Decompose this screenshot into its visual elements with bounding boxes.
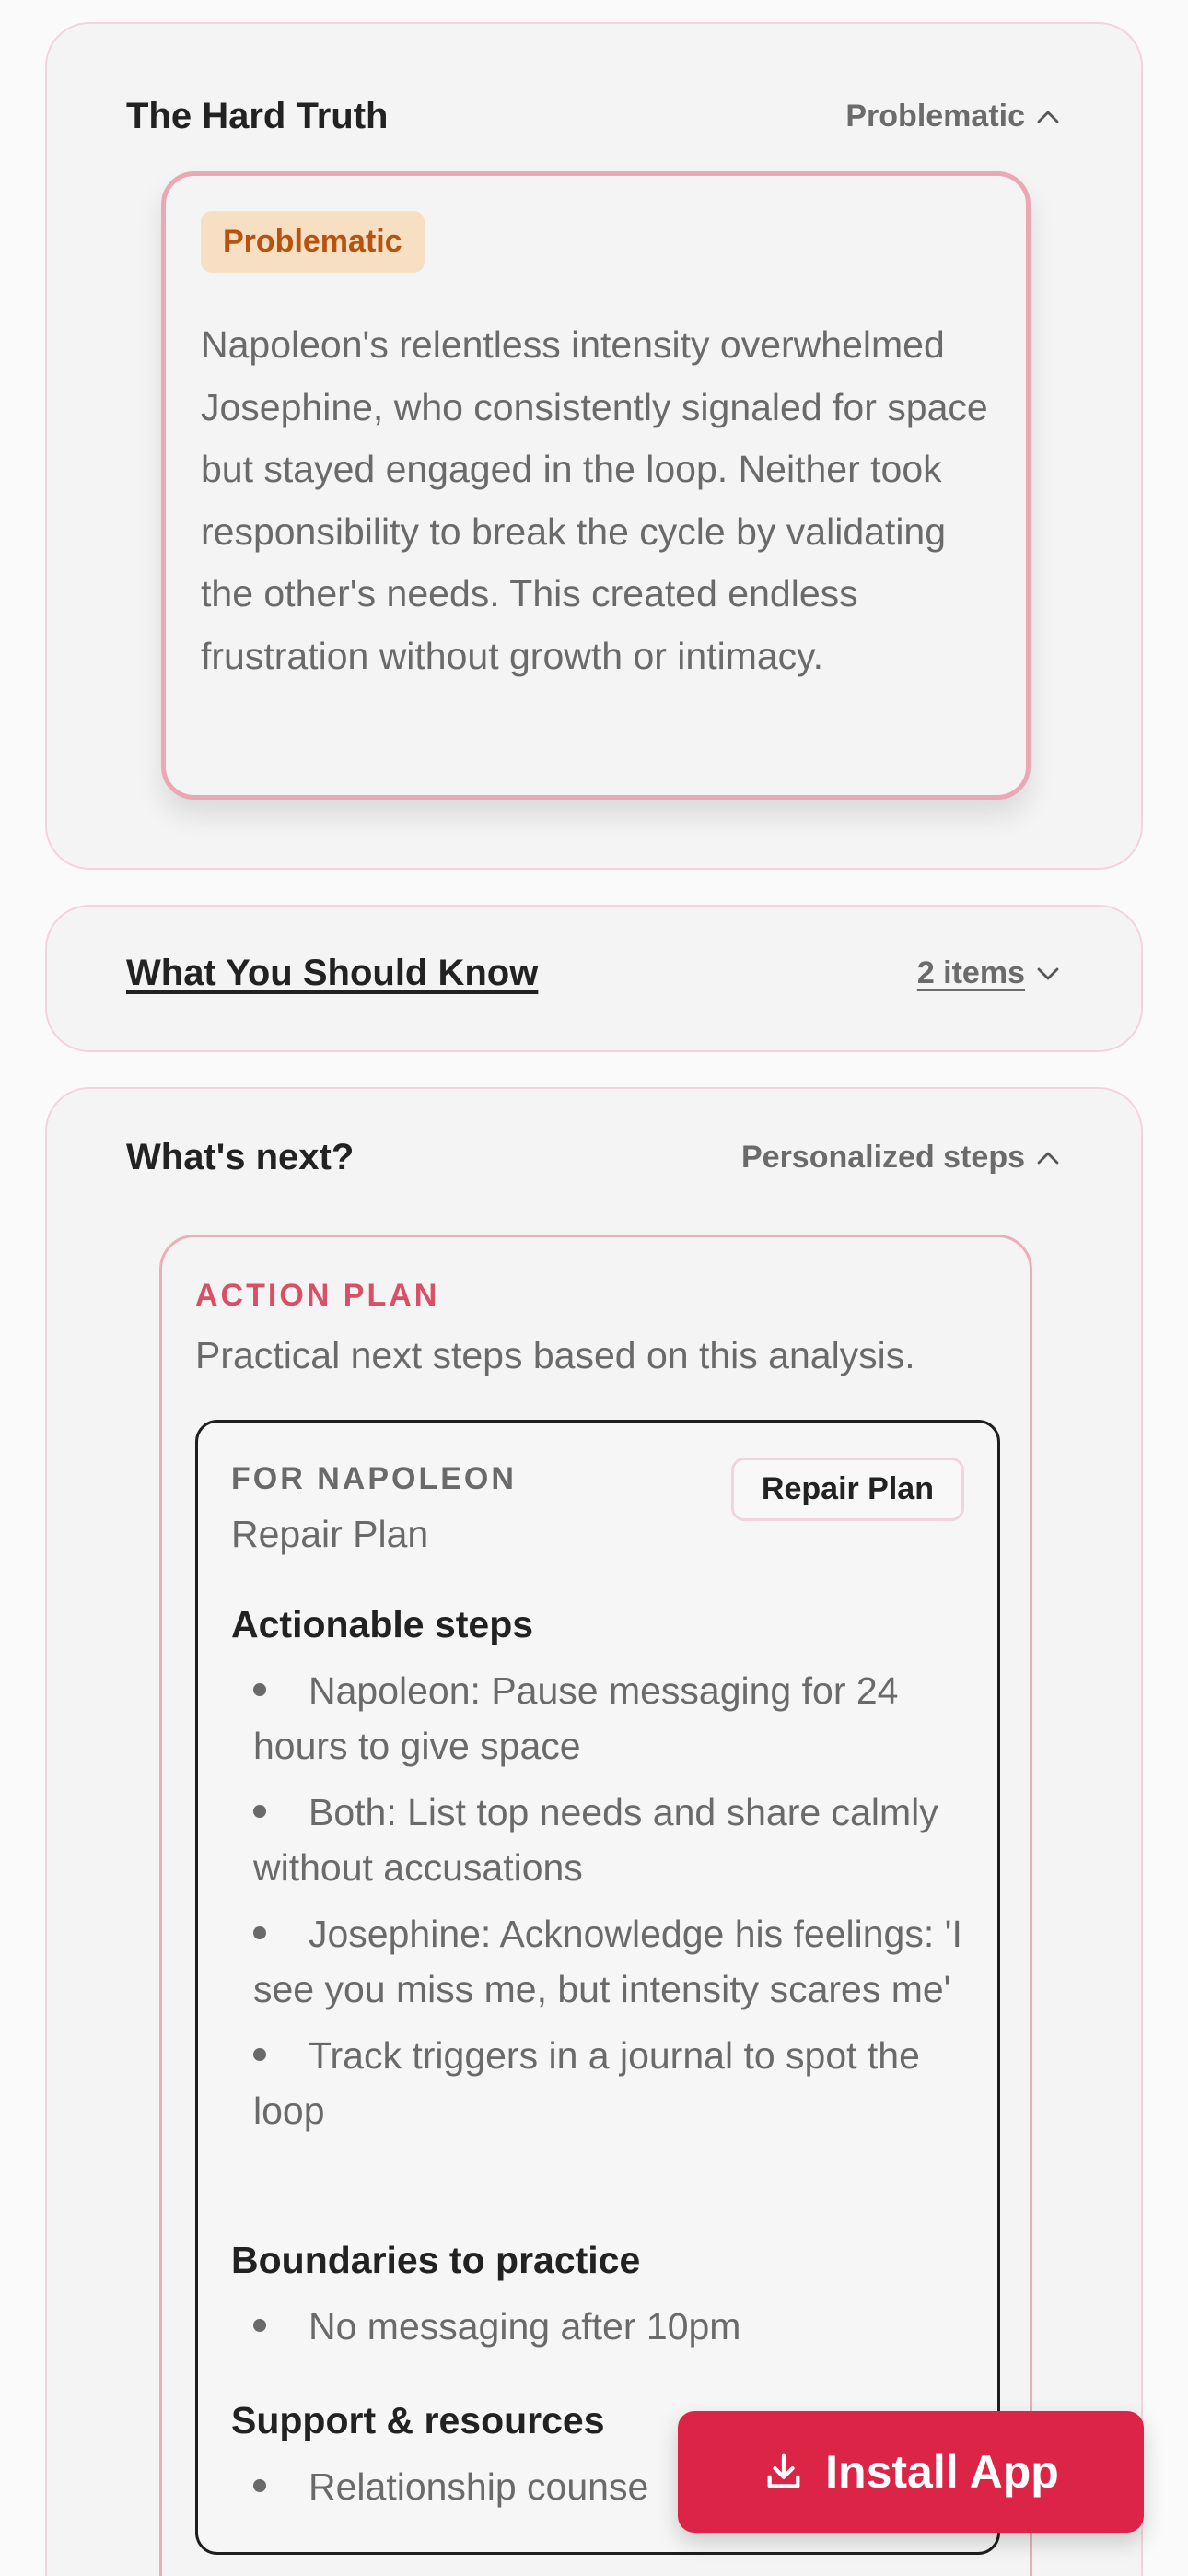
- hard-truth-header[interactable]: The Hard Truth Problematic: [126, 96, 1062, 137]
- actionable-steps-heading: Actionable steps: [231, 1603, 534, 1645]
- action-plan-kicker: ACTION PLAN: [195, 1278, 440, 1313]
- action-plan-subtitle: Practical next steps based on this analy…: [195, 1334, 915, 1376]
- bullet-icon: [253, 1805, 266, 1819]
- chevron-up-icon: [1037, 1152, 1059, 1164]
- should-know-title[interactable]: What You Should Know: [126, 953, 538, 994]
- hard-truth-toggle[interactable]: Problematic: [845, 99, 1062, 135]
- bullet-icon: [253, 1683, 266, 1697]
- repair-plan-card: FOR NAPOLEON Repair Plan Repair Plan Act…: [195, 1420, 1000, 2555]
- whats-next-card: What's next? Personalized steps ACTION P…: [45, 1087, 1143, 2576]
- for-person-label: FOR NAPOLEON: [231, 1461, 517, 1496]
- should-know-card[interactable]: What You Should Know 2 items: [45, 905, 1143, 1052]
- plan-subtitle: Repair Plan: [231, 1513, 429, 1555]
- list-item-text: Both: List top needs and share calmly wi…: [253, 1791, 938, 1889]
- hard-truth-box: Problematic Napoleon's relentless intens…: [161, 171, 1031, 800]
- list-item-text: Josephine: Acknowledge his feelings: 'I …: [253, 1913, 962, 2010]
- list-item-text: No messaging after 10pm: [309, 2305, 741, 2348]
- bullet-icon: [253, 2048, 266, 2062]
- whats-next-toggle[interactable]: Personalized steps: [741, 1140, 1062, 1176]
- install-app-label: Install App: [825, 2446, 1059, 2498]
- hard-truth-title: The Hard Truth: [126, 96, 389, 136]
- status-badge: Problematic: [201, 211, 425, 273]
- download-icon: [767, 2453, 800, 2488]
- boundaries-section: Boundaries to practice No messaging afte…: [231, 2239, 977, 2365]
- repair-plan-chip: Repair Plan: [730, 1458, 964, 1521]
- list-item: Track triggers in a journal to spot the …: [231, 2028, 977, 2138]
- actionable-steps-section: Actionable steps Napoleon: Pause messagi…: [231, 1603, 977, 2149]
- bullet-icon: [253, 1926, 266, 1940]
- actionable-steps-list: Napoleon: Pause messaging for 24 hours t…: [231, 1663, 977, 2138]
- boundaries-heading: Boundaries to practice: [231, 2239, 641, 2281]
- whats-next-title: What's next?: [126, 1137, 355, 1177]
- list-item-text: Track triggers in a journal to spot the …: [253, 2034, 920, 2132]
- list-item: Napoleon: Pause messaging for 24 hours t…: [231, 1663, 977, 1774]
- chevron-down-icon: [1037, 967, 1059, 979]
- should-know-header[interactable]: What You Should Know 2 items: [126, 953, 1062, 994]
- should-know-toggle[interactable]: 2 items: [917, 955, 1062, 991]
- should-know-count: 2 items: [916, 955, 1025, 990]
- whats-next-header[interactable]: What's next? Personalized steps: [126, 1137, 1062, 1178]
- hard-truth-text: Napoleon's relentless intensity overwhel…: [201, 323, 988, 677]
- bullet-icon: [253, 2319, 266, 2333]
- list-item: No messaging after 10pm: [231, 2299, 977, 2354]
- chevron-up-icon: [1037, 111, 1059, 123]
- install-app-button[interactable]: Install App: [678, 2411, 1144, 2533]
- hard-truth-card: The Hard Truth Problematic Problematic N…: [45, 22, 1143, 870]
- page: The Hard Truth Problematic Problematic N…: [0, 0, 1188, 2576]
- list-item-text: Napoleon: Pause messaging for 24 hours t…: [253, 1669, 899, 1767]
- list-item: Both: List top needs and share calmly wi…: [231, 1785, 977, 1895]
- boundaries-list: No messaging after 10pm: [231, 2299, 977, 2354]
- whats-next-meta: Personalized steps: [740, 1140, 1025, 1175]
- list-item: Josephine: Acknowledge his feelings: 'I …: [231, 1906, 977, 2017]
- action-plan-box: ACTION PLAN Practical next steps based o…: [159, 1235, 1032, 2576]
- bullet-icon: [253, 2479, 266, 2493]
- list-item-text: Relationship counse: [309, 2465, 649, 2508]
- hard-truth-meta: Problematic: [845, 99, 1025, 134]
